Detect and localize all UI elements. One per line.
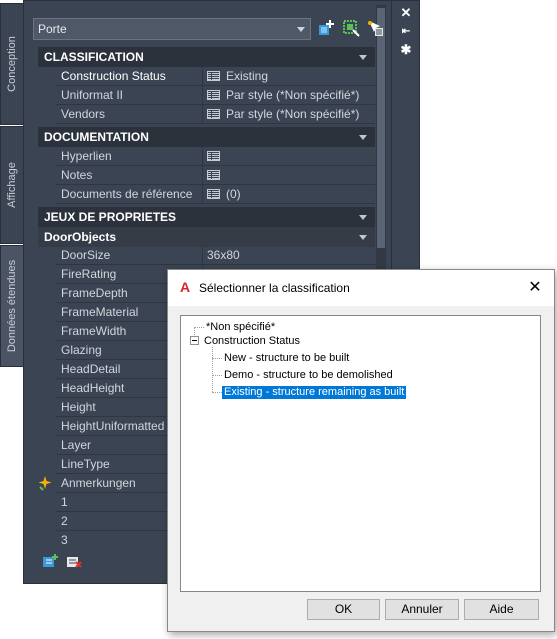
property-row[interactable]: DoorSize 36x80 (56, 246, 375, 265)
add-to-selection-icon[interactable] (317, 19, 335, 37)
section-property-sets-title: JEUX DE PROPRIETES (44, 210, 177, 224)
property-label: Hyperlien (61, 149, 112, 163)
property-label: Vendors (61, 107, 106, 121)
list-icon (207, 90, 220, 100)
tab-conception-label: Conception (6, 36, 18, 92)
property-value[interactable]: 36x80 (202, 246, 375, 265)
section-property-sets[interactable]: JEUX DE PROPRIETES (38, 207, 375, 227)
property-value[interactable]: Existing (202, 67, 375, 86)
property-value[interactable]: (0) (202, 185, 375, 204)
tree-node-existing[interactable]: Existing - structure remaining as built (220, 385, 408, 400)
remove-property-set-icon[interactable] (66, 554, 82, 568)
property-value-text: (0) (226, 187, 241, 201)
property-row[interactable]: Uniformat II Par style (*Non spécifié*) (56, 86, 375, 105)
palette-tabs: Conception Affichage Données étendues (0, 0, 24, 584)
object-type-select[interactable]: Porte (33, 18, 311, 40)
collapse-icon (359, 55, 367, 60)
property-row[interactable]: Hyperlien (56, 147, 375, 166)
property-label: Construction Status (61, 69, 166, 83)
property-value[interactable]: Par style (*Non spécifié*) (202, 86, 375, 105)
property-value-text: Existing (226, 69, 269, 83)
section-classification-title: CLASSIFICATION (44, 50, 144, 64)
section-classification[interactable]: CLASSIFICATION (38, 47, 375, 67)
tree-connector (212, 392, 222, 393)
property-value[interactable] (202, 166, 375, 185)
tree-connector (212, 375, 222, 376)
dialog-title: Sélectionner la classification (199, 281, 350, 295)
property-row[interactable]: Notes (56, 166, 375, 185)
pickadd-icon[interactable] (366, 19, 384, 37)
property-label: Uniformat II (61, 88, 124, 102)
tree-connector (212, 347, 213, 392)
tree-connector (212, 358, 222, 359)
property-label: DoorSize (61, 248, 111, 262)
classification-tree[interactable]: *Non spécifié* Construction Status New -… (180, 315, 541, 592)
tree-node-new[interactable]: New - structure to be built (222, 352, 351, 365)
close-icon[interactable]: ✕ (526, 279, 544, 297)
property-row[interactable]: Construction Status Existing (56, 67, 375, 86)
property-value-text: Par style (*Non spécifié*) (226, 107, 360, 121)
property-value[interactable] (202, 147, 375, 166)
list-icon (207, 71, 220, 81)
list-icon (207, 189, 220, 199)
close-icon[interactable]: ✕ (399, 6, 413, 20)
section-documentation-title: DOCUMENTATION (44, 130, 149, 144)
collapse-tree-icon[interactable] (190, 336, 199, 345)
quick-select-icon[interactable] (342, 19, 360, 37)
collapse-icon (359, 235, 367, 240)
palette-scrollbar-thumb[interactable] (377, 8, 385, 248)
ok-button[interactable]: OK (307, 599, 380, 620)
list-icon (207, 170, 220, 180)
tree-node-demo[interactable]: Demo - structure to be demolished (222, 369, 395, 382)
property-row[interactable]: Vendors Par style (*Non spécifié*) (56, 105, 375, 124)
collapse-icon (359, 135, 367, 140)
tree-connector (194, 327, 204, 328)
cancel-button[interactable]: Annuler (385, 599, 459, 620)
tree-node-unspecified[interactable]: *Non spécifié* (204, 321, 277, 334)
property-row[interactable]: Documents de référence (0) (56, 185, 375, 204)
list-icon (207, 151, 220, 161)
settings-icon[interactable]: ✱ (399, 43, 413, 57)
tab-donnees-label: Données étendues (6, 259, 18, 353)
collapse-icon (359, 215, 367, 220)
object-type-value: Porte (38, 22, 67, 36)
dialog-titlebar: A Sélectionner la classification ✕ (168, 270, 554, 306)
autohide-icon[interactable]: ⇤ (399, 25, 413, 39)
tab-donnees-etendues[interactable]: Données étendues (0, 245, 24, 367)
tab-conception[interactable]: Conception (0, 3, 24, 125)
property-label: Notes (61, 168, 93, 182)
chevron-down-icon (297, 27, 305, 32)
subsection-doorobjects[interactable]: DoorObjects (38, 227, 375, 247)
screen: Conception Affichage Données étendues ✕ … (0, 0, 557, 639)
sparkle-icon (38, 476, 52, 491)
tab-affichage-label: Affichage (6, 162, 18, 208)
help-button[interactable]: Aide (464, 599, 539, 620)
tab-affichage[interactable]: Affichage (0, 126, 24, 244)
property-value[interactable]: Par style (*Non spécifié*) (202, 105, 375, 124)
tree-node-construction-status[interactable]: Construction Status (202, 335, 302, 348)
add-property-set-icon[interactable] (42, 554, 58, 568)
property-value-text: Par style (*Non spécifié*) (226, 88, 360, 102)
select-classification-dialog: A Sélectionner la classification ✕ *Non … (167, 269, 555, 632)
autodesk-logo-icon: A (179, 279, 191, 295)
property-label: Documents de référence (61, 187, 193, 201)
section-documentation[interactable]: DOCUMENTATION (38, 127, 375, 147)
subsection-doorobjects-title: DoorObjects (44, 230, 117, 244)
list-icon (207, 109, 220, 119)
